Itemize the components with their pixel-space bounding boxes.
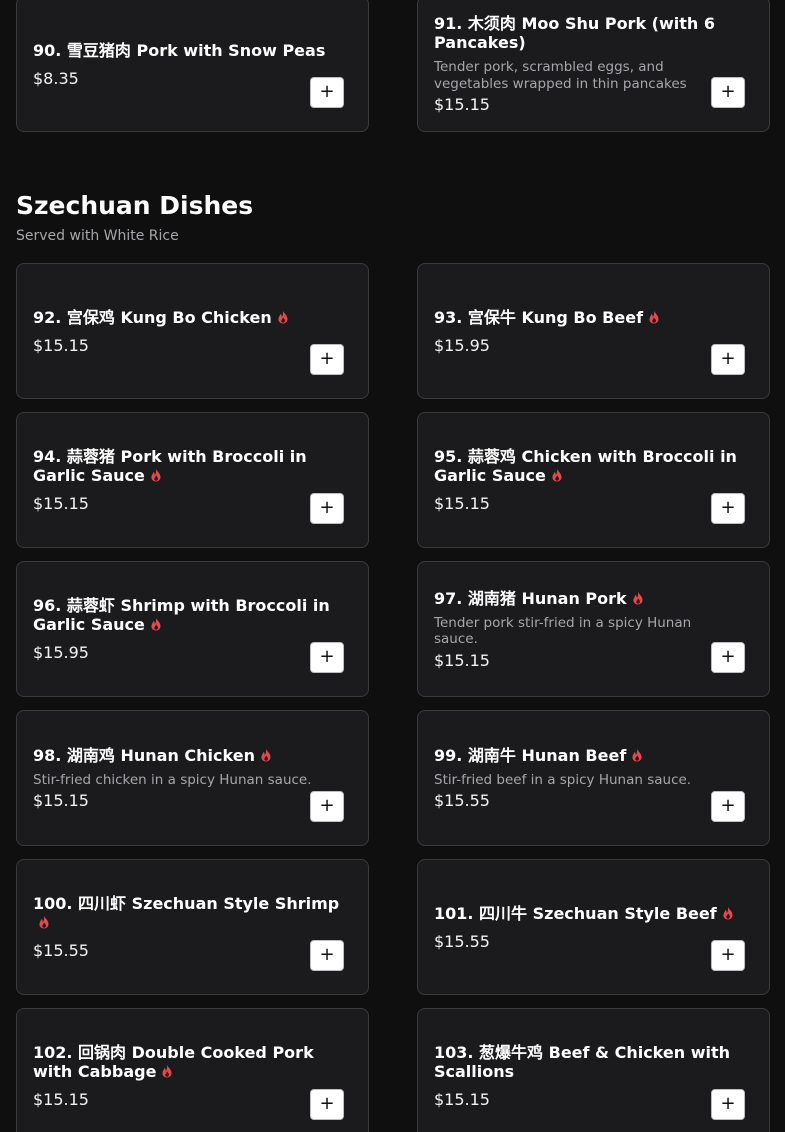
menu-item-title: 99. 湖南牛 Hunan Beef <box>434 746 753 765</box>
menu-item-description: Tender pork stir-fried in a spicy Hunan … <box>434 614 692 648</box>
menu-item-price: $15.15 <box>434 650 490 670</box>
menu-item-title-text: 98. 湖南鸡 Hunan Chicken <box>33 745 255 765</box>
menu-item-description: Stir-fried chicken in a spicy Hunan sauc… <box>33 771 312 788</box>
menu-item-card[interactable]: 92. 宫保鸡 Kung Bo Chicken $15.15 + <box>16 263 369 399</box>
add-to-cart-button[interactable]: + <box>310 344 344 375</box>
menu-item-price: $15.15 <box>33 1090 89 1109</box>
add-to-cart-button[interactable]: + <box>310 940 344 971</box>
menu-item-title-text: 103. 葱爆牛鸡 Beef & Chicken with Scallions <box>434 1043 731 1081</box>
menu-item-title: 95. 蒜蓉鸡 Chicken with Broccoli in Garlic … <box>434 447 753 485</box>
menu-item-card[interactable]: 101. 四川牛 Szechuan Style Beef $15.55 + <box>417 859 770 995</box>
flame-icon <box>632 590 644 604</box>
add-to-cart-button[interactable]: + <box>310 791 344 822</box>
menu-item-price: $15.15 <box>434 1090 490 1109</box>
menu-item-title: 97. 湖南猪 Hunan Pork <box>434 589 753 608</box>
menu-item-title-text: 92. 宫保鸡 Kung Bo Chicken <box>33 307 272 327</box>
menu-item-price: $15.15 <box>33 494 89 513</box>
menu-item-card[interactable]: 94. 蒜蓉猪 Pork with Broccoli in Garlic Sau… <box>16 412 369 548</box>
menu-item-card[interactable]: 95. 蒜蓉鸡 Chicken with Broccoli in Garlic … <box>417 412 770 548</box>
add-to-cart-button[interactable]: + <box>711 344 745 375</box>
add-to-cart-button[interactable]: + <box>711 1089 745 1120</box>
menu-item-price: $15.55 <box>434 931 490 951</box>
add-to-cart-button[interactable]: + <box>310 493 344 524</box>
menu-item-title: 91. 木须肉 Moo Shu Pork (with 6 Pancakes) <box>434 14 715 52</box>
section-subtitle: Served with White Rice <box>16 228 179 244</box>
menu-page: 90. 雪豆猪肉 Pork with Snow Peas $8.35 + 91.… <box>0 0 785 1132</box>
add-to-cart-button[interactable]: + <box>711 791 745 822</box>
add-to-cart-button[interactable]: + <box>310 77 344 108</box>
menu-item-title: 94. 蒜蓉猪 Pork with Broccoli in Garlic Sau… <box>33 447 352 485</box>
add-to-cart-button[interactable]: + <box>310 1089 344 1120</box>
menu-item-price: $15.95 <box>434 335 490 355</box>
flame-icon <box>551 467 563 482</box>
menu-item-description: Tender pork, scrambled eggs, and vegetab… <box>434 59 687 92</box>
flame-icon <box>161 1063 173 1078</box>
flame-icon <box>150 467 162 482</box>
section-title: Szechuan Dishes <box>16 191 254 220</box>
menu-item-card[interactable]: 93. 宫保牛 Kung Bo Beef $15.95 + <box>417 263 770 399</box>
menu-item-title: 92. 宫保鸡 Kung Bo Chicken <box>33 308 352 327</box>
add-to-cart-button[interactable]: + <box>711 642 745 673</box>
menu-item-title: 98. 湖南鸡 Hunan Chicken <box>33 746 352 765</box>
menu-item-title: 101. 四川牛 Szechuan Style Beef <box>434 904 753 923</box>
menu-item-card[interactable]: 102. 回锅肉 Double Cooked Pork with Cabbage… <box>16 1008 369 1132</box>
add-to-cart-button[interactable]: + <box>310 642 344 673</box>
menu-item-card[interactable]: 103. 葱爆牛鸡 Beef & Chicken with Scallions $… <box>417 1008 770 1132</box>
menu-item-card[interactable]: 97. 湖南猪 Hunan Pork Tender pork stir-fried… <box>417 561 770 697</box>
menu-item-title-text: 101. 四川牛 Szechuan Style Beef <box>434 903 717 923</box>
menu-item-card[interactable]: 98. 湖南鸡 Hunan Chicken Stir-fried chicken … <box>16 710 369 846</box>
menu-item-title-text: 95. 蒜蓉鸡 Chicken with Broccoli in Garlic … <box>434 447 737 485</box>
add-to-cart-button[interactable]: + <box>711 493 745 524</box>
add-to-cart-button[interactable]: + <box>711 77 745 108</box>
menu-item-title: 96. 蒜蓉虾 Shrimp with Broccoli in Garlic S… <box>33 596 352 634</box>
add-to-cart-button[interactable]: + <box>711 940 745 971</box>
menu-item-title-text: 96. 蒜蓉虾 Shrimp with Broccoli in Garlic S… <box>33 596 330 634</box>
menu-item-price: $8.35 <box>33 68 79 88</box>
menu-item-price: $15.55 <box>33 941 89 960</box>
flame-icon <box>277 309 289 323</box>
menu-item-card[interactable]: 99. 湖南牛 Hunan Beef Stir-fried beef in a s… <box>417 710 770 846</box>
menu-item-card[interactable]: 91. 木须肉 Moo Shu Pork (with 6 Pancakes) T… <box>417 0 770 132</box>
menu-item-title-text: 97. 湖南猪 Hunan Pork <box>434 588 627 608</box>
menu-item-title-text: 94. 蒜蓉猪 Pork with Broccoli in Garlic Sau… <box>33 447 307 485</box>
flame-icon <box>722 905 734 919</box>
menu-item-title: 90. 雪豆猪肉 Pork with Snow Peas <box>33 40 326 60</box>
menu-item-price: $15.95 <box>33 643 89 662</box>
flame-icon <box>150 616 162 631</box>
menu-item-price: $15.15 <box>434 494 490 513</box>
flame-icon <box>38 914 50 929</box>
menu-item-title: 100. 四川虾 Szechuan Style Shrimp <box>33 894 352 932</box>
menu-item-price: $15.15 <box>33 791 89 811</box>
menu-item-title-text: 100. 四川虾 Szechuan Style Shrimp <box>33 894 340 913</box>
menu-item-title: 93. 宫保牛 Kung Bo Beef <box>434 308 753 327</box>
menu-item-title-text: 99. 湖南牛 Hunan Beef <box>434 745 627 765</box>
menu-item-title-text: 93. 宫保牛 Kung Bo Beef <box>434 307 644 327</box>
flame-icon <box>631 747 643 762</box>
menu-item-description: Stir-fried beef in a spicy Hunan sauce. <box>434 771 692 788</box>
menu-item-title: 102. 回锅肉 Double Cooked Pork with Cabbage <box>33 1043 352 1081</box>
menu-item-card[interactable]: 96. 蒜蓉虾 Shrimp with Broccoli in Garlic S… <box>16 561 369 697</box>
menu-item-price: $15.15 <box>434 95 490 114</box>
menu-item-card[interactable]: 90. 雪豆猪肉 Pork with Snow Peas $8.35 + <box>16 0 369 132</box>
menu-item-price: $15.55 <box>434 791 490 811</box>
flame-icon <box>260 747 272 762</box>
menu-item-card[interactable]: 100. 四川虾 Szechuan Style Shrimp $15.55 + <box>16 859 369 995</box>
menu-item-title: 103. 葱爆牛鸡 Beef & Chicken with Scallions <box>434 1043 753 1081</box>
flame-icon <box>648 309 660 323</box>
menu-item-price: $15.15 <box>33 335 89 355</box>
section-header: Szechuan Dishes Served with White Rice <box>16 190 253 245</box>
